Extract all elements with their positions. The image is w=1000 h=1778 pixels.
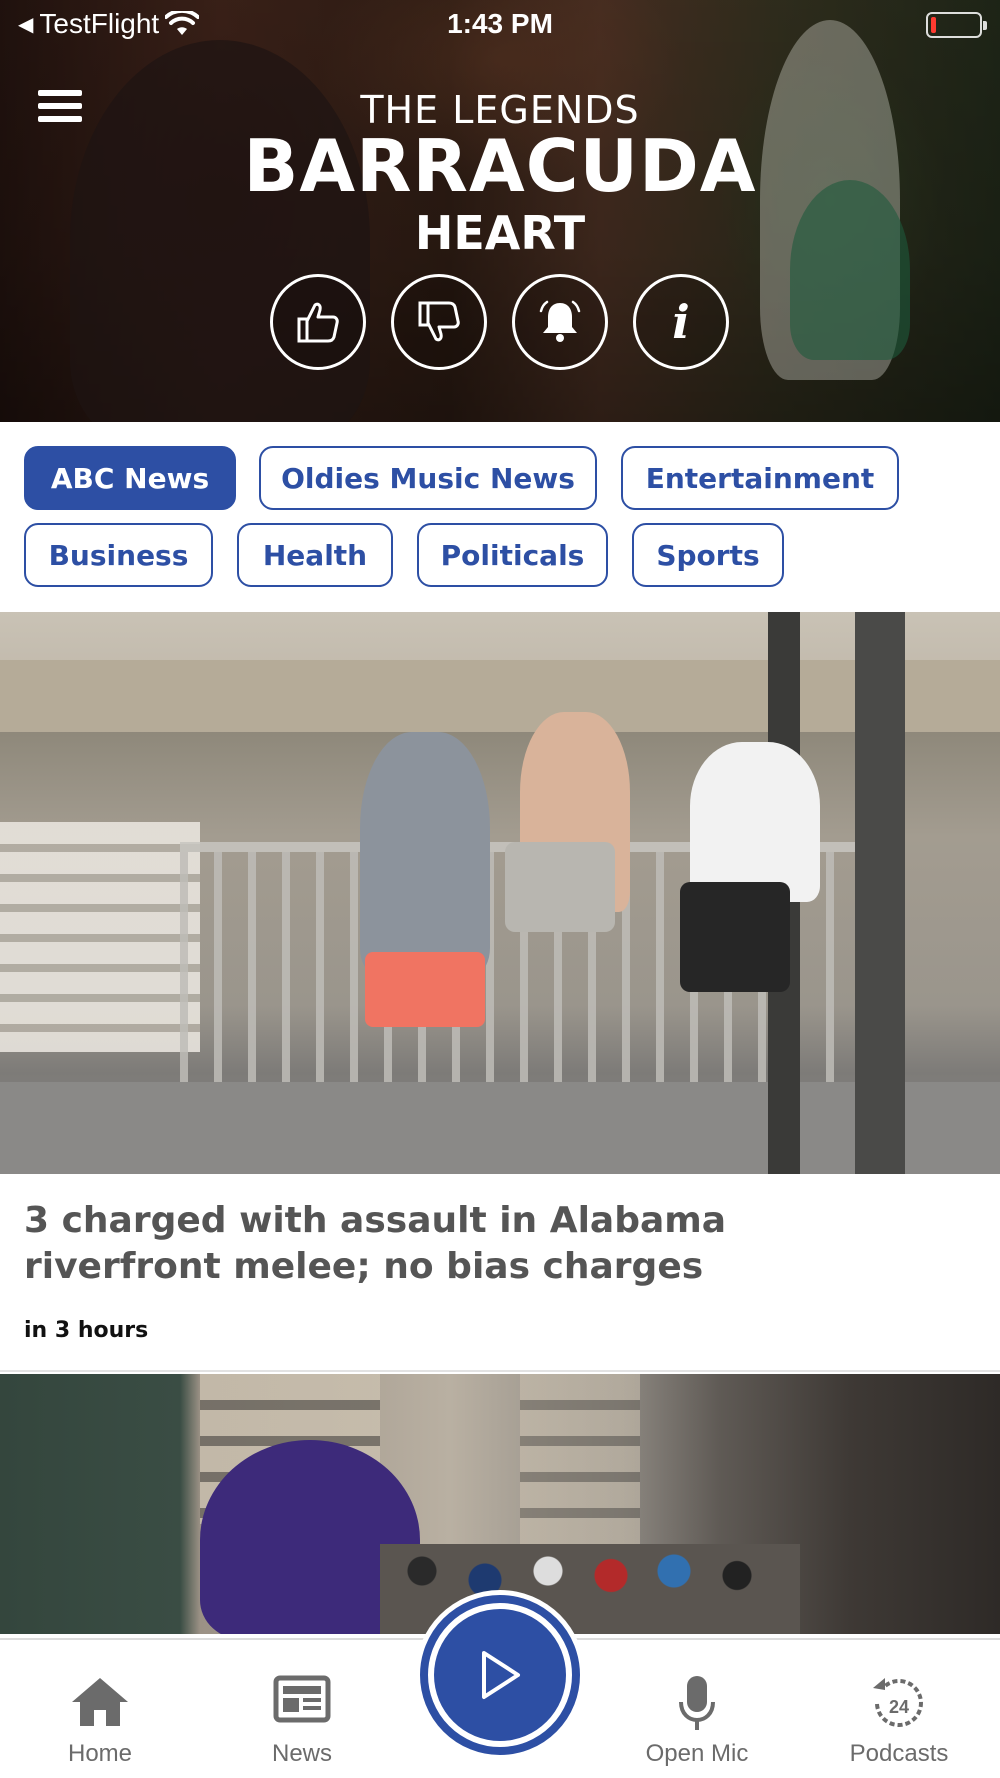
image-sidewalk xyxy=(0,1082,1000,1174)
category-politicals[interactable]: Politicals xyxy=(417,523,608,587)
category-abc-news[interactable]: ABC News xyxy=(24,446,236,510)
tab-home-label: Home xyxy=(67,1740,133,1767)
podcast-24-icon: 24 xyxy=(873,1678,923,1727)
category-sports[interactable]: Sports xyxy=(632,523,784,587)
image-person xyxy=(680,882,790,992)
tab-podcasts[interactable]: 24 Podcasts xyxy=(814,1640,984,1778)
tab-podcasts-label: Podcasts xyxy=(849,1740,949,1767)
info-button[interactable]: i xyxy=(633,274,729,370)
story-timestamp: in 3 hours xyxy=(24,1318,149,1343)
alert-button[interactable] xyxy=(512,274,608,370)
tab-open-mic-label: Open Mic xyxy=(645,1740,749,1767)
info-icon: i xyxy=(672,295,690,349)
story-image[interactable] xyxy=(0,612,1000,1174)
image-person xyxy=(365,952,485,1027)
tab-news-label: News xyxy=(271,1740,332,1767)
thumbs-up-icon xyxy=(297,302,339,343)
microphone-icon xyxy=(679,1676,715,1730)
category-health[interactable]: Health xyxy=(237,523,393,587)
story-divider xyxy=(0,1370,1000,1372)
home-icon xyxy=(72,1678,128,1726)
battery-icon xyxy=(926,12,987,38)
image-pole xyxy=(855,612,905,1174)
artist-name: HEART xyxy=(414,206,586,260)
tab-home[interactable]: Home xyxy=(15,1640,185,1778)
status-bar: ◀ TestFlight 1:43 PM xyxy=(0,0,1000,50)
thumbs-down-icon xyxy=(418,301,460,342)
image-person xyxy=(690,742,820,902)
image-wall xyxy=(0,660,1000,732)
tab-news[interactable]: News xyxy=(217,1640,387,1778)
newspaper-icon xyxy=(273,1675,331,1723)
image-building xyxy=(520,1374,640,1544)
play-button-core xyxy=(434,1609,566,1741)
play-button-ring xyxy=(420,1595,580,1755)
image-person xyxy=(360,732,490,972)
category-entertainment[interactable]: Entertainment xyxy=(621,446,899,510)
category-oldies-music-news[interactable]: Oldies Music News xyxy=(259,446,597,510)
category-business[interactable]: Business xyxy=(24,523,213,587)
play-icon xyxy=(482,1651,520,1699)
dislike-button[interactable] xyxy=(391,274,487,370)
status-time: 1:43 PM xyxy=(447,8,553,39)
tab-open-mic[interactable]: Open Mic xyxy=(612,1640,782,1778)
podcasts-badge: 24 xyxy=(889,1697,909,1717)
song-title: BARRACUDA xyxy=(243,124,757,208)
image-bench xyxy=(0,822,200,1052)
like-button[interactable] xyxy=(270,274,366,370)
bell-icon xyxy=(539,300,581,342)
story-headline[interactable]: 3 charged with assault in Alabama riverf… xyxy=(24,1198,784,1290)
image-person xyxy=(505,842,615,932)
news-category-chips: ABC News Oldies Music News Entertainment… xyxy=(0,422,1000,612)
play-button[interactable] xyxy=(415,1590,585,1760)
